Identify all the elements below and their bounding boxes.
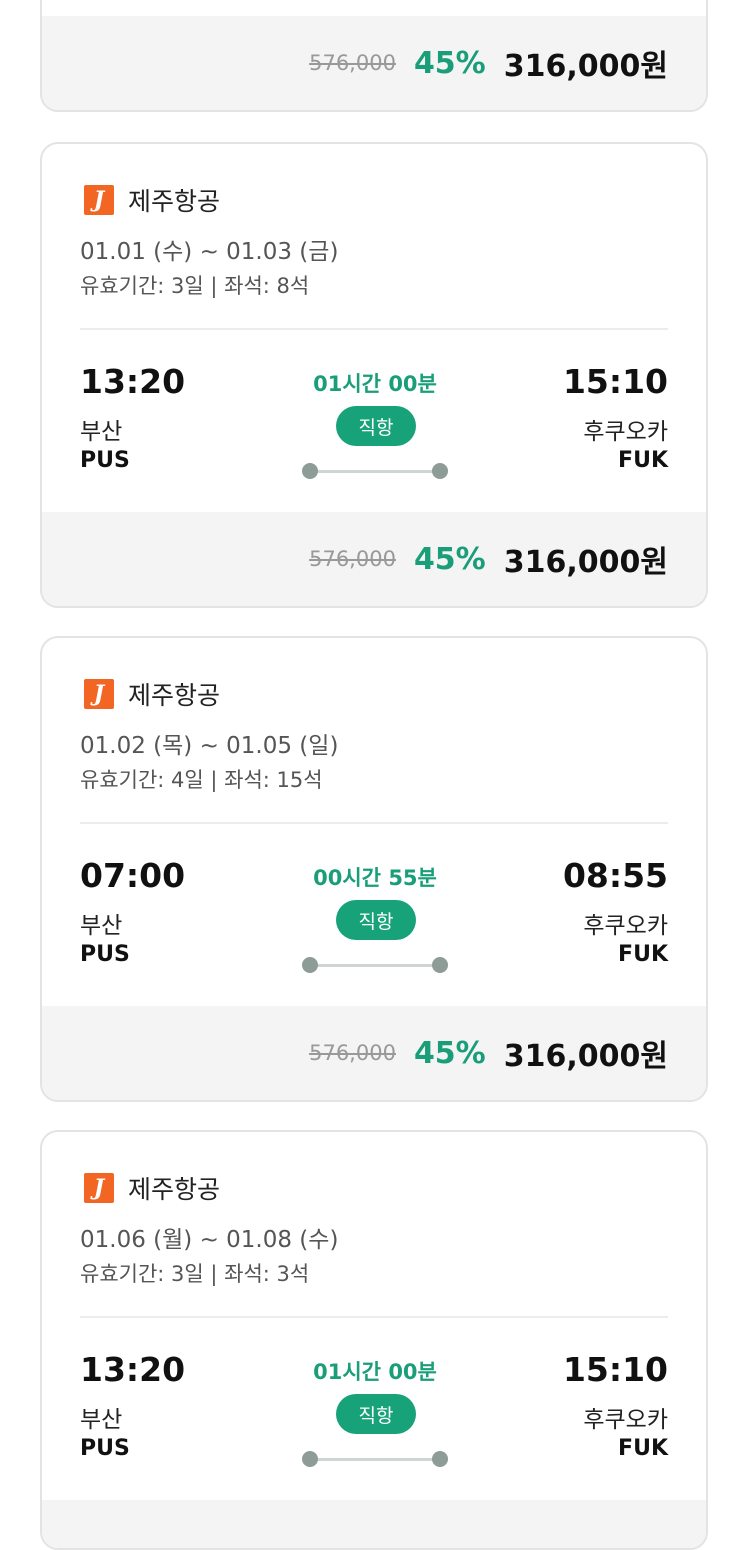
travel-dates: 01.06 (월) ~ 01.08 (수) bbox=[80, 1227, 339, 1253]
departure-code: PUS bbox=[80, 942, 130, 967]
flight-duration: 01시간 00분 bbox=[313, 1360, 437, 1384]
price-row: 576,000 45% 316,000원 bbox=[309, 1006, 668, 1100]
arrival-city: 후쿠오카 bbox=[583, 419, 668, 445]
divider bbox=[80, 328, 668, 330]
final-price: 316,000원 bbox=[503, 49, 668, 84]
departure-city: 부산 bbox=[80, 1407, 123, 1433]
route-line bbox=[310, 1458, 442, 1461]
discount-rate: 45% bbox=[413, 1035, 486, 1071]
arrival-code: FUK bbox=[618, 1436, 668, 1461]
departure-time: 13:20 bbox=[80, 1350, 186, 1389]
flight-duration: 01시간 00분 bbox=[313, 372, 437, 396]
discount-rate: 45% bbox=[413, 541, 486, 577]
flight-duration: 00시간 55분 bbox=[313, 866, 437, 890]
airline-logo-icon: J bbox=[84, 185, 114, 215]
arrival-time: 15:10 bbox=[562, 362, 668, 401]
final-price: 316,000원 bbox=[503, 545, 668, 580]
original-price: 576,000 bbox=[309, 51, 396, 75]
price-row: 576,000 45% 316,000원 bbox=[309, 16, 668, 110]
departure-code: PUS bbox=[80, 1436, 130, 1461]
arrival-code: FUK bbox=[618, 942, 668, 967]
price-row: 576,000 45% 316,000원 bbox=[309, 512, 668, 606]
departure-time: 13:20 bbox=[80, 362, 186, 401]
validity-seats: 유효기간: 3일 | 좌석: 3석 bbox=[80, 1262, 310, 1286]
route-line bbox=[310, 964, 442, 967]
airline-name: 제주항공 bbox=[128, 681, 221, 710]
travel-dates: 01.02 (목) ~ 01.05 (일) bbox=[80, 733, 339, 759]
route-end-dot bbox=[432, 1451, 448, 1467]
flight-card[interactable]: J 제주항공 01.06 (월) ~ 01.08 (수) 유효기간: 3일 | … bbox=[40, 1130, 708, 1550]
price-bar: 576,000 45% 316,000원 bbox=[42, 512, 706, 606]
direct-badge: 직항 bbox=[336, 900, 416, 940]
arrival-city: 후쿠오카 bbox=[583, 913, 668, 939]
validity-seats: 유효기간: 3일 | 좌석: 8석 bbox=[80, 274, 310, 298]
original-price: 576,000 bbox=[309, 547, 396, 571]
direct-badge: 직항 bbox=[336, 1394, 416, 1434]
price-bar: 576,000 45% 316,000원 bbox=[42, 1006, 706, 1100]
flight-info: J 제주항공 01.06 (월) ~ 01.08 (수) 유효기간: 3일 | … bbox=[42, 1132, 706, 1500]
original-price: 576,000 bbox=[309, 1041, 396, 1065]
route-end-dot bbox=[432, 463, 448, 479]
airline: J 제주항공 bbox=[84, 182, 220, 218]
departure-time: 07:00 bbox=[80, 856, 186, 895]
departure-city: 부산 bbox=[80, 419, 123, 445]
airline-name: 제주항공 bbox=[128, 1175, 221, 1204]
validity-seats: 유효기간: 4일 | 좌석: 15석 bbox=[80, 768, 323, 792]
price-bar bbox=[42, 1500, 706, 1548]
route-start-dot bbox=[302, 463, 318, 479]
divider bbox=[80, 822, 668, 824]
route-end-dot bbox=[432, 957, 448, 973]
travel-dates: 01.01 (수) ~ 01.03 (금) bbox=[80, 239, 339, 265]
flight-info: J 제주항공 01.02 (목) ~ 01.05 (일) 유효기간: 4일 | … bbox=[42, 638, 706, 1006]
arrival-time: 08:55 bbox=[562, 856, 668, 895]
direct-badge: 직항 bbox=[336, 406, 416, 446]
arrival-city: 후쿠오카 bbox=[583, 1407, 668, 1433]
discount-rate: 45% bbox=[413, 45, 486, 81]
flight-card[interactable]: J 제주항공 01.02 (목) ~ 01.05 (일) 유효기간: 4일 | … bbox=[40, 636, 708, 1102]
flight-card-partial[interactable]: 576,000 45% 316,000원 bbox=[40, 0, 708, 112]
airline-logo-icon: J bbox=[84, 679, 114, 709]
route-line bbox=[310, 470, 442, 473]
airline: J 제주항공 bbox=[84, 1170, 220, 1206]
route-start-dot bbox=[302, 957, 318, 973]
departure-city: 부산 bbox=[80, 913, 123, 939]
final-price: 316,000원 bbox=[503, 1039, 668, 1074]
arrival-time: 15:10 bbox=[562, 1350, 668, 1389]
divider bbox=[80, 1316, 668, 1318]
airline: J 제주항공 bbox=[84, 676, 220, 712]
arrival-code: FUK bbox=[618, 448, 668, 473]
price-bar: 576,000 45% 316,000원 bbox=[42, 16, 706, 110]
flight-info: J 제주항공 01.01 (수) ~ 01.03 (금) 유효기간: 3일 | … bbox=[42, 144, 706, 512]
route-start-dot bbox=[302, 1451, 318, 1467]
airline-name: 제주항공 bbox=[128, 187, 221, 216]
flight-card[interactable]: J 제주항공 01.01 (수) ~ 01.03 (금) 유효기간: 3일 | … bbox=[40, 142, 708, 608]
departure-code: PUS bbox=[80, 448, 130, 473]
airline-logo-icon: J bbox=[84, 1173, 114, 1203]
